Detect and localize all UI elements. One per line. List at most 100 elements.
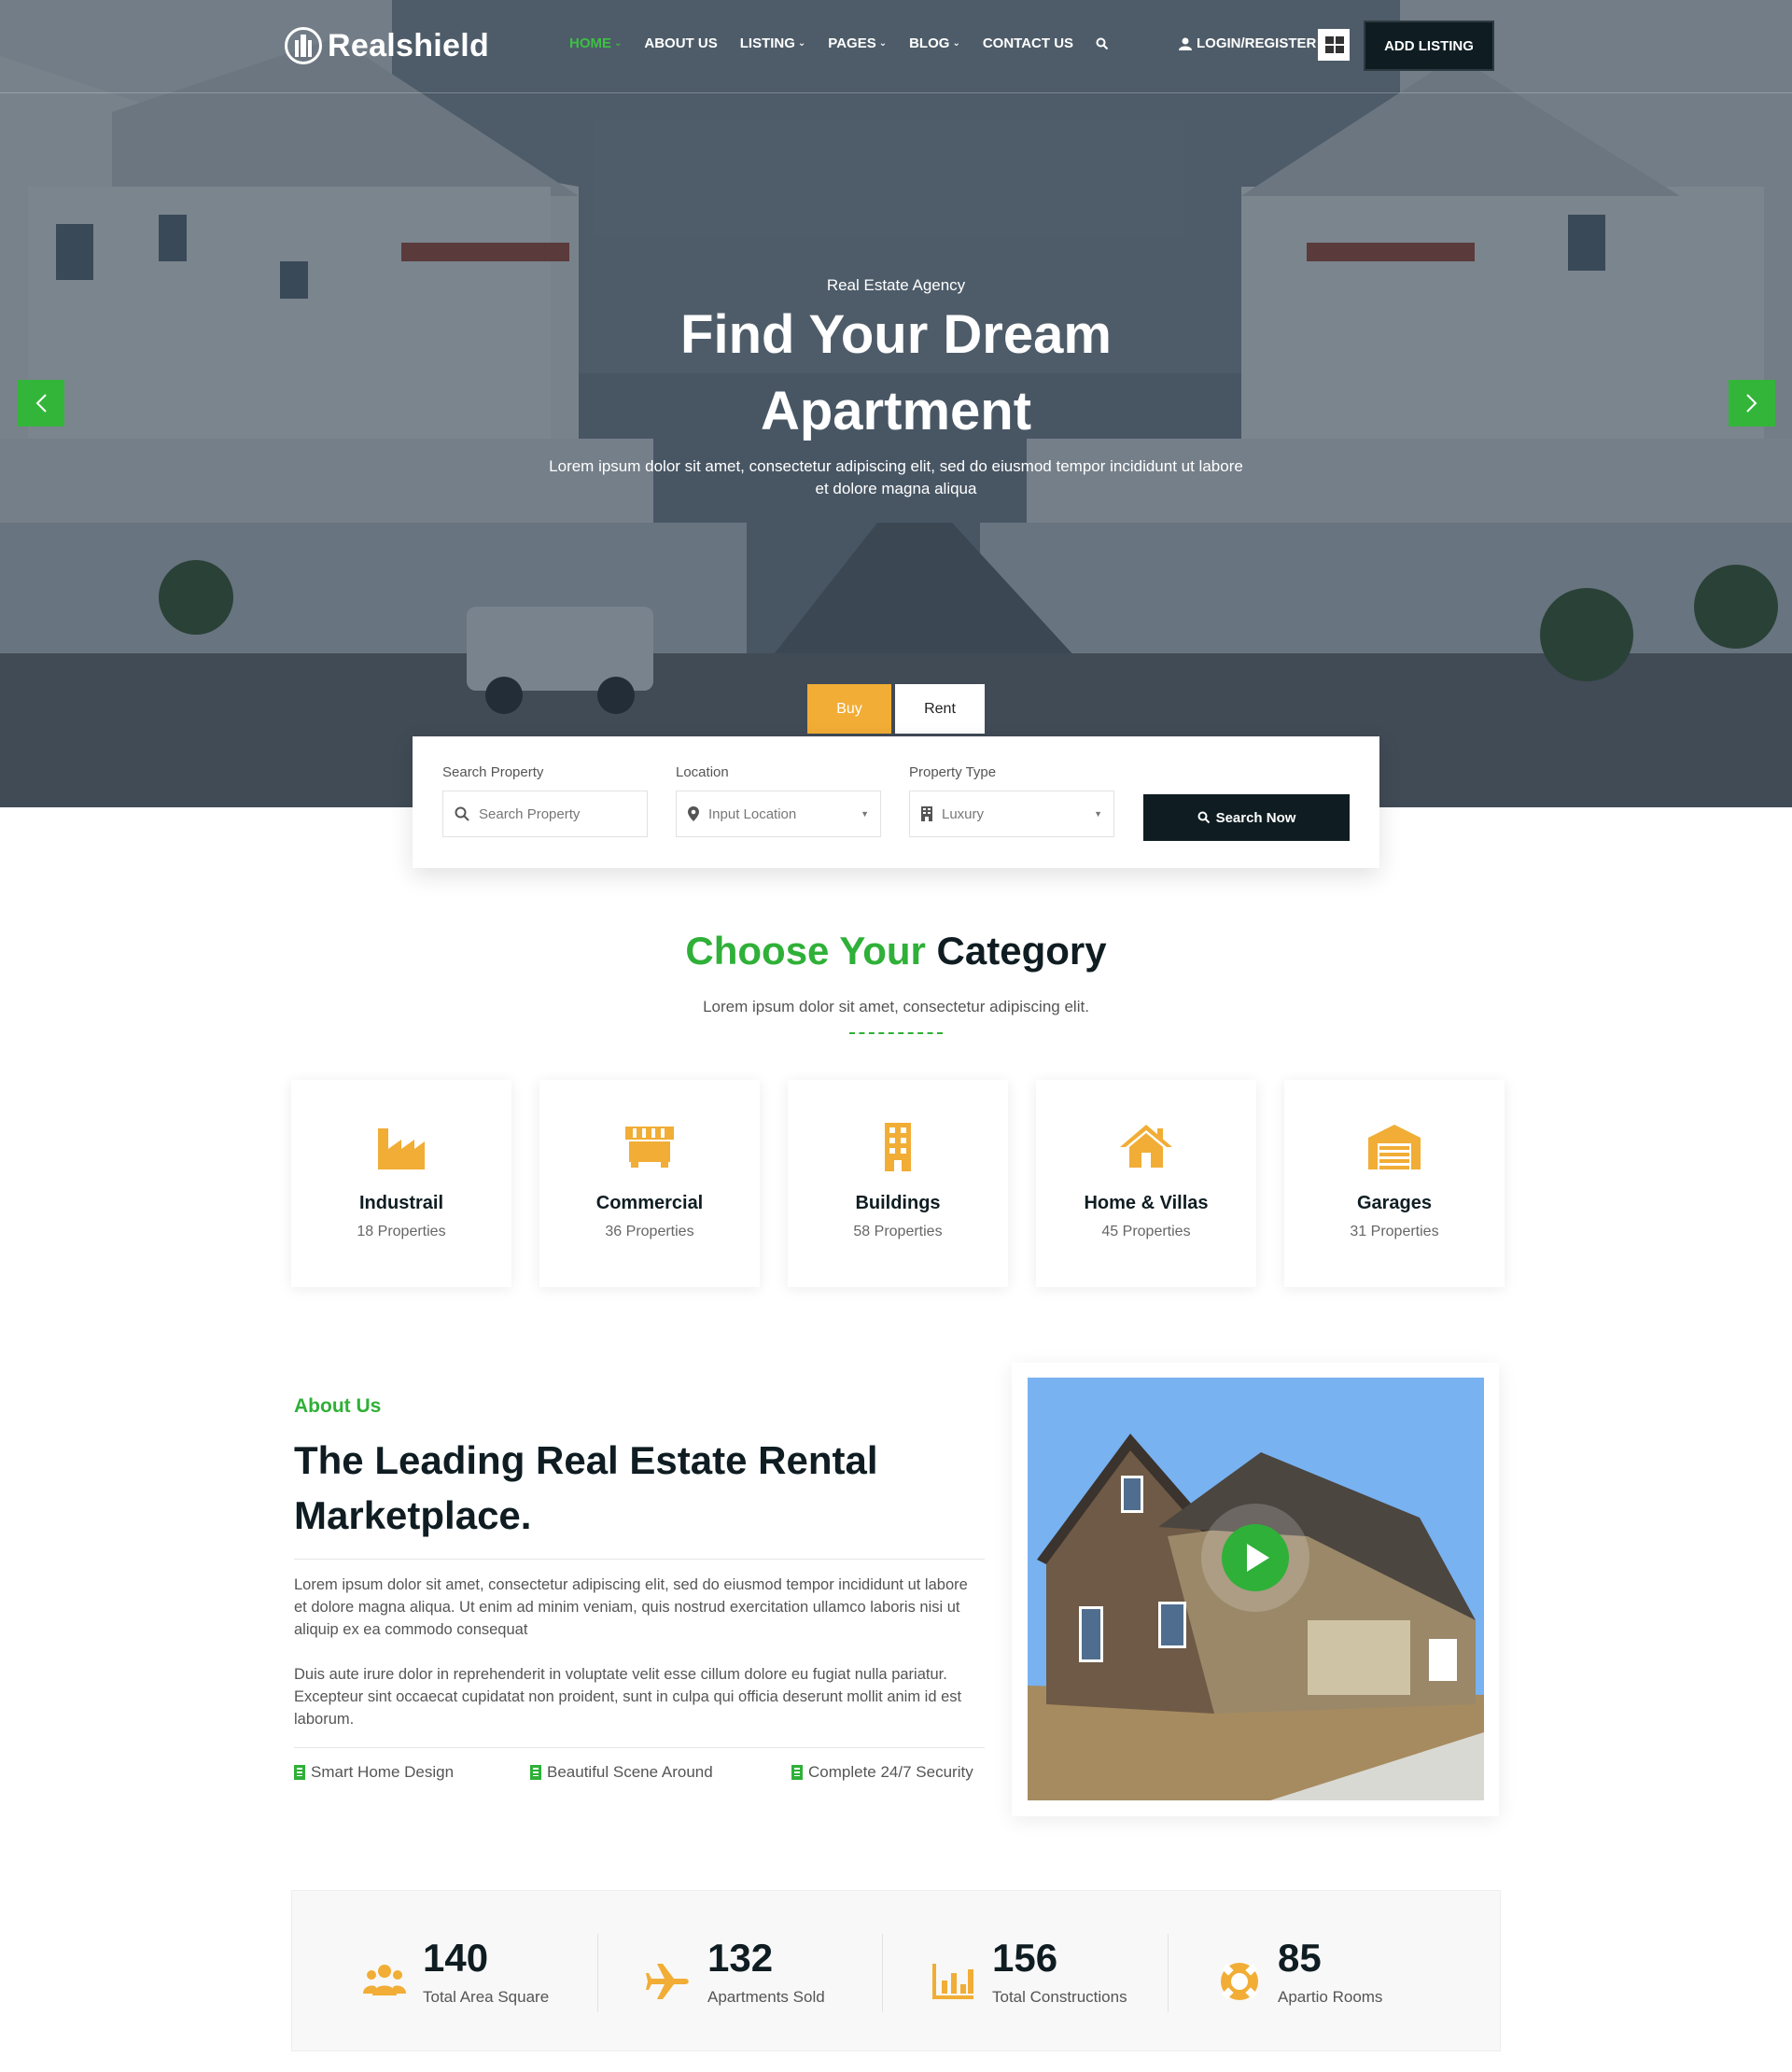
chevron-left-icon bbox=[35, 394, 47, 413]
location-label: Location bbox=[676, 764, 729, 780]
search-icon[interactable] bbox=[1096, 35, 1109, 51]
category-card-industrial[interactable]: Industrail 18 Properties bbox=[291, 1080, 511, 1287]
divider bbox=[294, 1747, 985, 1748]
nav-about[interactable]: ABOUT US bbox=[644, 35, 717, 51]
bar-chart-icon bbox=[932, 1964, 973, 1999]
life-ring-icon bbox=[1221, 1963, 1258, 2000]
search-property-input[interactable]: Search Property bbox=[442, 791, 648, 837]
nav-pages[interactable]: PAGES ⌄ bbox=[828, 35, 887, 51]
category-title: Choose Your Category bbox=[0, 929, 1792, 973]
home-icon bbox=[1120, 1125, 1172, 1168]
category-subtitle: Lorem ipsum dolor sit amet, consectetur … bbox=[703, 998, 1089, 1015]
divider bbox=[294, 1559, 985, 1560]
caret-down-icon: ▼ bbox=[1094, 809, 1102, 819]
stat-label: Apartments Sold bbox=[707, 1988, 825, 2006]
feature-item: Complete 24/7 Security bbox=[791, 1763, 973, 1782]
tab-buy[interactable]: Buy bbox=[807, 684, 891, 734]
divider bbox=[849, 1032, 943, 1034]
hero-title: Find Your Dream Apartment bbox=[523, 297, 1269, 450]
chevron-down-icon: ⌄ bbox=[797, 38, 806, 49]
plane-icon bbox=[646, 1964, 689, 1999]
category-name: Buildings bbox=[855, 1193, 941, 1213]
hero-description: Lorem ipsum dolor sit amet, consectetur … bbox=[549, 457, 1243, 497]
nav-listing[interactable]: LISTING ⌄ bbox=[740, 35, 806, 51]
feature-label: Complete 24/7 Security bbox=[808, 1763, 973, 1781]
hero-section: Realshield HOME ⌄ ABOUT US LISTING ⌄ PAGES… bbox=[0, 0, 1792, 807]
property-type-label: Property Type bbox=[909, 764, 997, 780]
main-nav: HOME ⌄ ABOUT US LISTING ⌄ PAGES ⌄ BLOG ⌄ CON… bbox=[569, 35, 1131, 51]
login-register-link[interactable]: LOGIN/REGISTER bbox=[1179, 35, 1316, 51]
nav-contact-label: CONTACT US bbox=[982, 35, 1074, 51]
property-type-field: Property Type Luxury ▼ bbox=[909, 764, 1114, 837]
feature-label: Beautiful Scene Around bbox=[547, 1763, 713, 1781]
about-paragraph-2: Duis aute irure dolor in reprehenderit i… bbox=[294, 1666, 962, 1728]
store-icon bbox=[625, 1127, 674, 1168]
search-property-label: Search Property bbox=[442, 764, 544, 780]
stats-bar: 140 Total Area Square 132 Apartments Sol… bbox=[291, 1890, 1501, 2051]
stat-item: 156 Total Constructions bbox=[931, 1936, 1127, 2010]
factory-icon bbox=[378, 1128, 425, 1169]
category-count: 18 Properties bbox=[357, 1224, 446, 1239]
logo-mark-icon bbox=[285, 27, 322, 64]
search-icon bbox=[455, 806, 469, 821]
building-icon bbox=[885, 1123, 911, 1171]
feature-item: Beautiful Scene Around bbox=[530, 1763, 713, 1782]
tab-rent[interactable]: Rent bbox=[895, 684, 985, 734]
stat-value: 132 bbox=[707, 1936, 774, 1980]
property-search-form: Search Property Search Property Location… bbox=[413, 736, 1379, 868]
category-card-home-villas[interactable]: Home & Villas 45 Properties bbox=[1036, 1080, 1256, 1287]
chevron-down-icon: ⌄ bbox=[614, 38, 623, 49]
category-card-buildings[interactable]: Buildings 58 Properties bbox=[788, 1080, 1008, 1287]
slider-next-button[interactable] bbox=[1729, 380, 1775, 427]
category-title-dark: Category bbox=[936, 929, 1107, 973]
nav-contact[interactable]: CONTACT US bbox=[983, 35, 1073, 51]
stat-label: Total Area Square bbox=[423, 1988, 550, 2006]
divider bbox=[1168, 1934, 1169, 2012]
building-icon bbox=[294, 1765, 305, 1780]
search-icon bbox=[1197, 811, 1210, 824]
grid-menu-icon[interactable] bbox=[1318, 29, 1350, 61]
nav-home[interactable]: HOME ⌄ bbox=[569, 35, 622, 51]
category-card-garages[interactable]: Garages 31 Properties bbox=[1284, 1080, 1505, 1287]
category-count: 36 Properties bbox=[605, 1224, 694, 1239]
nav-about-label: ABOUT US bbox=[644, 35, 718, 51]
location-select[interactable]: Input Location ▼ bbox=[676, 791, 881, 837]
location-field: Location Input Location ▼ bbox=[676, 764, 881, 837]
search-now-label: Search Now bbox=[1215, 809, 1296, 826]
users-icon bbox=[363, 1965, 406, 1995]
category-card-commercial[interactable]: Commercial 36 Properties bbox=[539, 1080, 760, 1287]
property-type-select[interactable]: Luxury ▼ bbox=[909, 791, 1114, 837]
stat-item: 132 Apartments Sold bbox=[646, 1936, 825, 2010]
search-property-field: Search Property Search Property bbox=[442, 764, 648, 837]
hero-title-line2: Apartment bbox=[760, 381, 1032, 441]
stat-label: Apartio Rooms bbox=[1278, 1988, 1383, 2006]
stat-value: 140 bbox=[423, 1936, 489, 1980]
category-name: Garages bbox=[1356, 1193, 1433, 1213]
map-pin-icon bbox=[688, 806, 699, 821]
nav-home-label: HOME bbox=[569, 35, 611, 51]
category-name: Industrail bbox=[358, 1193, 443, 1213]
about-eyebrow: About Us bbox=[294, 1395, 382, 1417]
divider bbox=[597, 1934, 598, 2012]
feature-label: Smart Home Design bbox=[311, 1763, 455, 1781]
header: Realshield HOME ⌄ ABOUT US LISTING ⌄ PAGES… bbox=[0, 0, 1792, 93]
brand-name: Realshield bbox=[328, 27, 490, 63]
nav-blog-label: BLOG bbox=[909, 35, 950, 51]
caret-down-icon: ▼ bbox=[861, 809, 869, 819]
chevron-right-icon bbox=[1746, 394, 1757, 413]
hero-title-line1: Find Your Dream bbox=[680, 304, 1112, 365]
nav-blog[interactable]: BLOG ⌄ bbox=[909, 35, 960, 51]
add-listing-button[interactable]: ADD LISTING bbox=[1364, 21, 1494, 71]
category-count: 58 Properties bbox=[853, 1224, 943, 1239]
login-label: LOGIN/REGISTER bbox=[1197, 35, 1317, 51]
logo[interactable]: Realshield bbox=[285, 24, 489, 67]
property-type-value: Luxury bbox=[942, 805, 985, 822]
play-video-button[interactable] bbox=[1222, 1524, 1289, 1591]
category-title-green: Choose Your bbox=[685, 929, 926, 973]
nav-listing-label: LISTING bbox=[739, 35, 795, 51]
stat-value: 156 bbox=[992, 1936, 1058, 1980]
slider-prev-button[interactable] bbox=[18, 380, 64, 427]
search-now-button[interactable]: Search Now bbox=[1143, 794, 1350, 841]
stat-item: 140 Total Area Square bbox=[361, 1936, 549, 2010]
building-icon bbox=[530, 1765, 541, 1780]
